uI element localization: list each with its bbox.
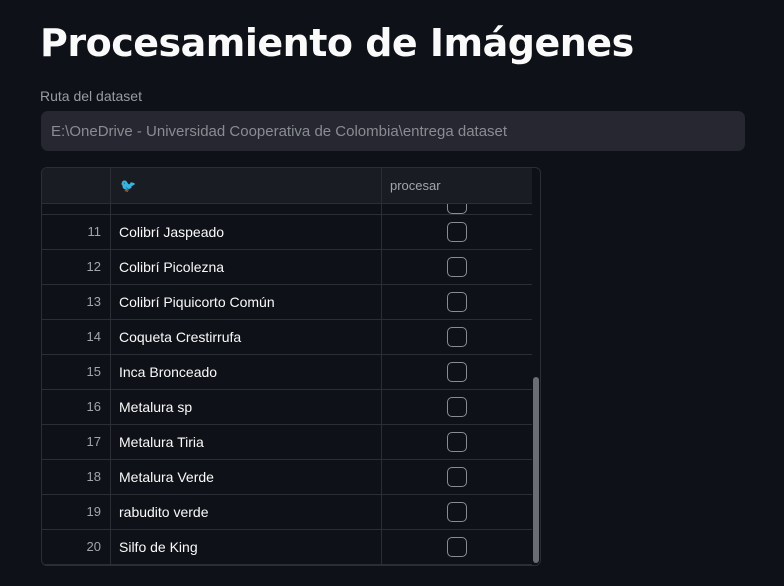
table-scrollbar[interactable] bbox=[532, 204, 540, 565]
table-body: 11 Colibrí Jaspeado 12 Colibrí Picolezna 13 C… bbox=[42, 204, 532, 565]
row-procesar-cell bbox=[382, 530, 532, 564]
page-title: Procesamiento de Imágenes bbox=[40, 21, 634, 65]
table-row: 19 rabudito verde bbox=[42, 495, 532, 530]
row-index bbox=[42, 204, 111, 215]
row-index: 20 bbox=[42, 530, 111, 564]
table-row-partial bbox=[42, 204, 532, 215]
table-row: 20 Silfo de King bbox=[42, 530, 532, 565]
row-procesar-cell bbox=[382, 495, 532, 529]
data-editor-table[interactable]: 🐦 procesar 11 Colibrí Jaspeado 12 Colibrí P… bbox=[41, 167, 541, 566]
row-procesar-cell bbox=[382, 460, 532, 494]
row-name[interactable]: Colibrí Picolezna bbox=[111, 250, 382, 284]
table-row: 11 Colibrí Jaspeado bbox=[42, 215, 532, 250]
row-name[interactable]: Colibrí Piquicorto Común bbox=[111, 285, 382, 319]
row-procesar-cell bbox=[382, 355, 532, 389]
row-name[interactable]: Silfo de King bbox=[111, 530, 382, 564]
row-index: 16 bbox=[42, 390, 111, 424]
row-index: 15 bbox=[42, 355, 111, 389]
row-procesar-cell bbox=[382, 320, 532, 354]
row-name[interactable]: Inca Bronceado bbox=[111, 355, 382, 389]
row-index: 11 bbox=[42, 215, 111, 249]
row-procesar-cell bbox=[382, 215, 532, 249]
procesar-checkbox[interactable] bbox=[447, 327, 467, 347]
row-name[interactable]: Coqueta Crestirrufa bbox=[111, 320, 382, 354]
row-index: 17 bbox=[42, 425, 111, 459]
row-name[interactable]: rabudito verde bbox=[111, 495, 382, 529]
procesar-checkbox[interactable] bbox=[447, 467, 467, 487]
row-procesar-cell bbox=[382, 425, 532, 459]
procesar-checkbox[interactable] bbox=[447, 397, 467, 417]
row-index: 18 bbox=[42, 460, 111, 494]
row-index: 12 bbox=[42, 250, 111, 284]
dataset-path-input[interactable] bbox=[41, 111, 745, 151]
table-row: 16 Metalura sp bbox=[42, 390, 532, 425]
dataset-path-label: Ruta del dataset bbox=[40, 88, 142, 104]
table-scrollbar-thumb[interactable] bbox=[533, 377, 539, 563]
row-index: 13 bbox=[42, 285, 111, 319]
header-index-column[interactable] bbox=[42, 168, 111, 203]
row-name bbox=[111, 204, 382, 215]
header-name-column[interactable]: 🐦 bbox=[111, 168, 382, 203]
procesar-checkbox[interactable] bbox=[447, 362, 467, 382]
row-name[interactable]: Metalura Tiria bbox=[111, 425, 382, 459]
row-index: 14 bbox=[42, 320, 111, 354]
procesar-checkbox[interactable] bbox=[447, 502, 467, 522]
table-row: 14 Coqueta Crestirrufa bbox=[42, 320, 532, 355]
procesar-checkbox[interactable] bbox=[447, 292, 467, 312]
procesar-checkbox[interactable] bbox=[447, 222, 467, 242]
row-procesar-cell bbox=[382, 390, 532, 424]
row-name[interactable]: Colibrí Jaspeado bbox=[111, 215, 382, 249]
table-row: 15 Inca Bronceado bbox=[42, 355, 532, 390]
app-page: Procesamiento de Imágenes Ruta del datas… bbox=[0, 0, 784, 586]
header-procesar-column[interactable]: procesar bbox=[382, 168, 532, 203]
table-row: 17 Metalura Tiria bbox=[42, 425, 532, 460]
row-procesar-cell bbox=[382, 250, 532, 284]
bird-icon: 🐦 bbox=[120, 178, 137, 193]
row-name[interactable]: Metalura sp bbox=[111, 390, 382, 424]
procesar-checkbox[interactable] bbox=[447, 204, 467, 214]
table-row: 13 Colibrí Piquicorto Común bbox=[42, 285, 532, 320]
procesar-checkbox[interactable] bbox=[447, 537, 467, 557]
table-row: 12 Colibrí Picolezna bbox=[42, 250, 532, 285]
row-index: 19 bbox=[42, 495, 111, 529]
procesar-checkbox[interactable] bbox=[447, 432, 467, 452]
procesar-checkbox[interactable] bbox=[447, 257, 467, 277]
table-header: 🐦 procesar bbox=[42, 168, 532, 204]
row-name[interactable]: Metalura Verde bbox=[111, 460, 382, 494]
row-procesar-cell bbox=[382, 285, 532, 319]
table-row: 18 Metalura Verde bbox=[42, 460, 532, 495]
